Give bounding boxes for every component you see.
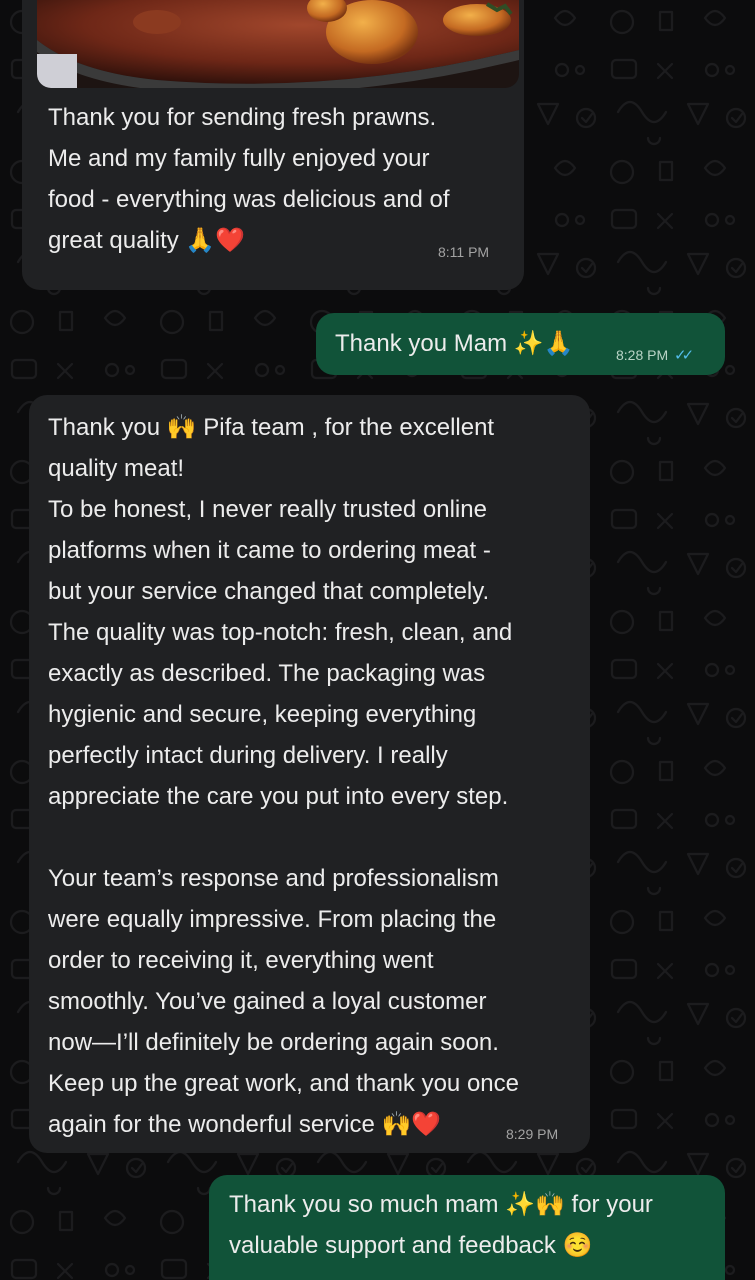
message-text: Thank you 🙌 Pifa team , for the excellen… xyxy=(48,414,519,1138)
message-bubble-incoming[interactable]: Thank you 🙌 Pifa team , for the excellen… xyxy=(29,395,590,1153)
message-text: Thank you for sending fresh prawns. Me a… xyxy=(48,104,450,254)
food-photo[interactable] xyxy=(37,0,519,88)
message-bubble-outgoing[interactable]: Thank you so much mam ✨🙌 for your valuab… xyxy=(209,1175,725,1280)
double-check-icon: ✓✓ xyxy=(674,347,694,364)
message-text: Thank you so much mam ✨🙌 for your valuab… xyxy=(229,1191,653,1259)
message-bubble-outgoing[interactable]: Thank you Mam ✨🙏 8:28 PM ✓✓ xyxy=(316,313,725,375)
message-time: 8:11 PM xyxy=(438,244,490,260)
message-text: Thank you Mam ✨🙏 xyxy=(335,330,574,357)
message-meta: 8:28 PM ✓✓ xyxy=(616,347,694,364)
message-time: 8:28 PM xyxy=(616,347,669,363)
food-photo-image xyxy=(37,0,519,88)
chat-screen: Thank you for sending fresh prawns. Me a… xyxy=(0,0,755,1280)
message-time: 8:29 PM xyxy=(506,1126,559,1142)
message-bubble-incoming[interactable]: Thank you for sending fresh prawns. Me a… xyxy=(22,0,524,290)
